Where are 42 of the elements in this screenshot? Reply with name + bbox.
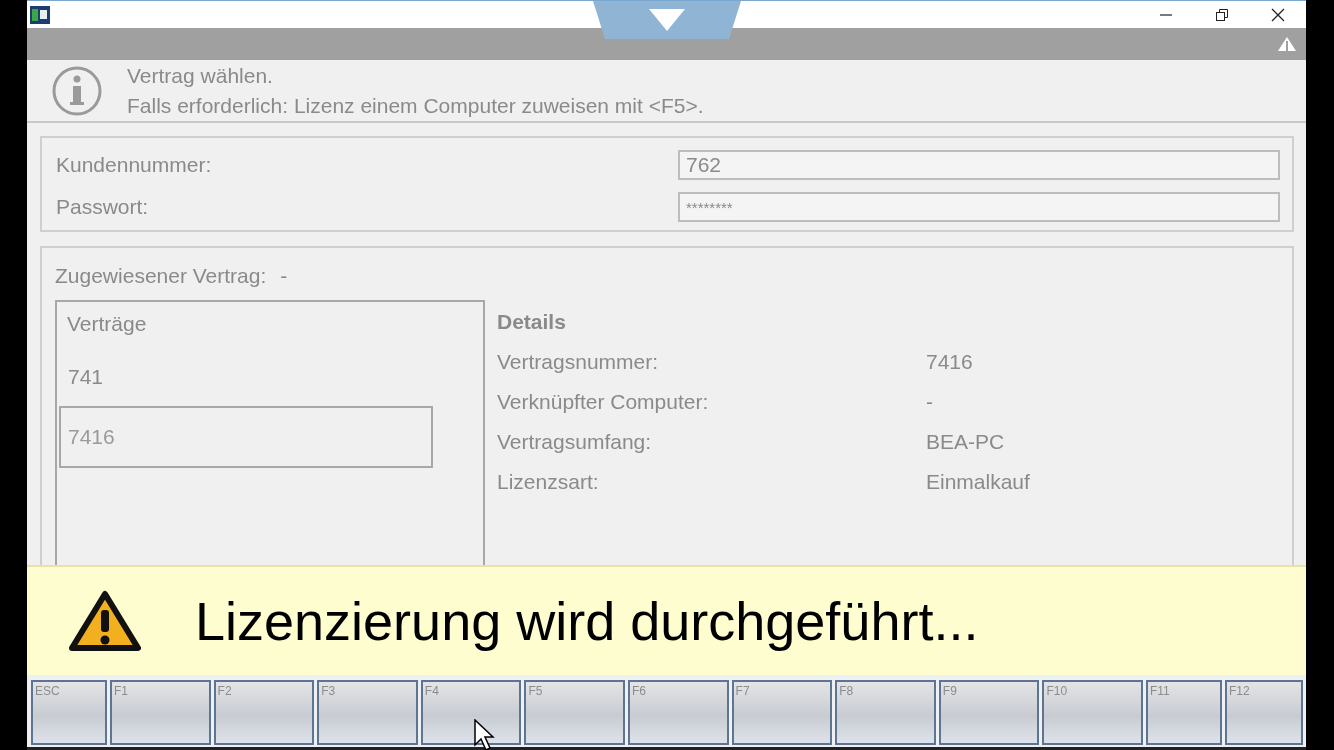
warning-icon — [69, 590, 141, 652]
function-key[interactable]: F7 — [731, 680, 833, 745]
function-key[interactable]: F9 — [938, 680, 1040, 745]
function-key[interactable]: F12 — [1225, 680, 1303, 745]
function-key[interactable]: F4 — [420, 680, 522, 745]
input-field[interactable]: ******** — [678, 192, 1280, 222]
detail-value: 7416 — [926, 350, 973, 374]
detail-value: BEA-PC — [926, 430, 1005, 454]
close-icon[interactable] — [1270, 6, 1286, 23]
field-label: Kundennummer: — [56, 153, 213, 177]
banner-text: Lizenzierung wird durchgeführt... — [195, 590, 979, 652]
restore-icon[interactable] — [1215, 7, 1229, 22]
info-icon — [51, 64, 103, 117]
info-text: Falls erforderlich: Lizenz einem Computer zuweisen mit <F5>. — [127, 93, 704, 118]
function-key[interactable]: F6 — [628, 680, 729, 745]
details-title: Details — [497, 309, 567, 335]
app-icon — [30, 5, 50, 24]
input-field[interactable]: 762 — [678, 150, 1280, 180]
triangle-icon[interactable] — [1278, 37, 1296, 51]
function-key[interactable]: F2 — [213, 680, 315, 745]
detail-label: Lizenzsart: — [497, 470, 600, 494]
function-key[interactable]: F10 — [1042, 680, 1143, 745]
list-title: Verträge — [66, 311, 148, 337]
detail-value: - — [926, 390, 933, 414]
contract-item[interactable]: 741 — [59, 348, 433, 406]
assigned-label: Zugewiesener Vertrag: — [55, 264, 267, 288]
field-label: Passwort: — [56, 195, 150, 219]
function-key[interactable]: F3 — [317, 680, 418, 745]
function-key[interactable]: ESC — [31, 680, 107, 745]
info-text: Vertrag wählen. — [127, 63, 274, 88]
detail-value: Einmalkauf — [926, 470, 1030, 494]
mouse-cursor-icon — [474, 719, 498, 750]
assigned-value: - — [280, 264, 288, 288]
detail-label: Vertragsnummer: — [497, 350, 660, 374]
function-key[interactable]: F11 — [1146, 680, 1222, 745]
function-key[interactable]: F5 — [524, 680, 625, 745]
dropdown-tab-icon[interactable] — [593, 1, 741, 39]
function-key[interactable]: F8 — [835, 680, 936, 745]
contract-item[interactable]: 7416 — [59, 406, 433, 468]
function-key[interactable]: F1 — [110, 680, 211, 745]
detail-label: Verknüpfter Computer: — [497, 390, 710, 414]
detail-label: Vertragsumfang: — [497, 430, 653, 454]
